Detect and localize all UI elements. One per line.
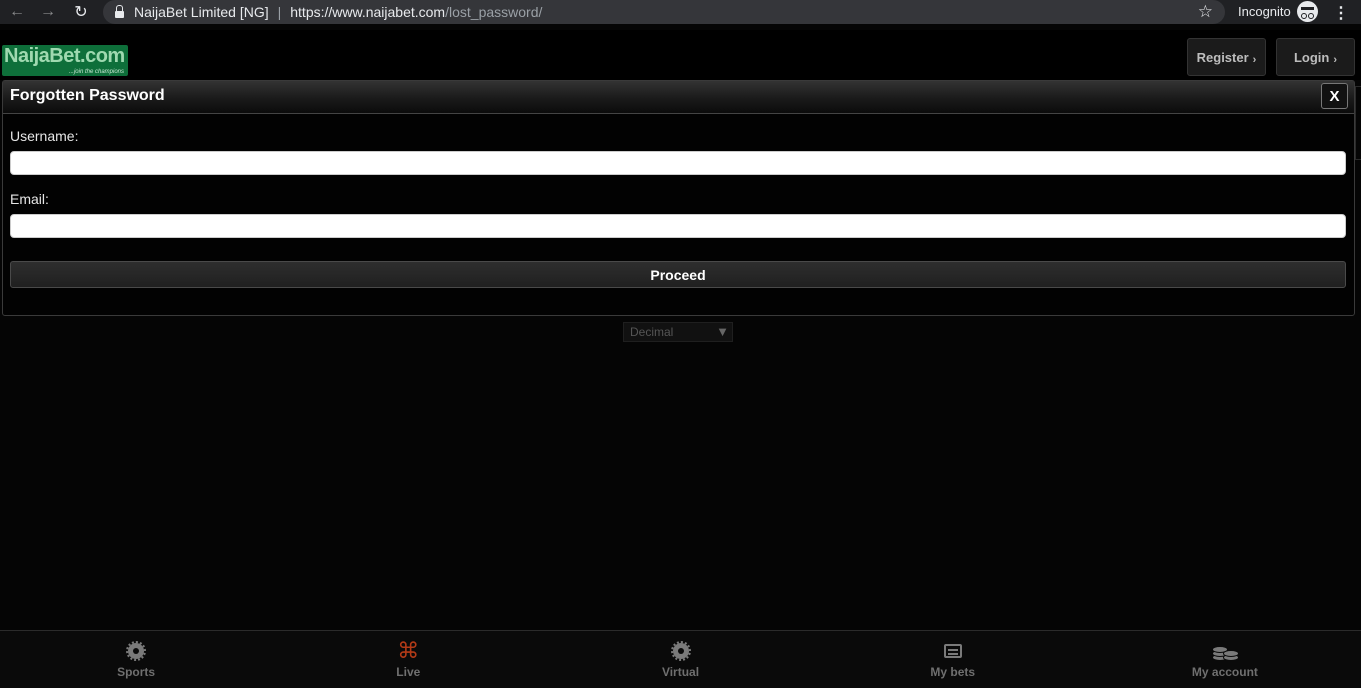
live-signal-icon: ⌘: [397, 638, 420, 663]
username-input[interactable]: [10, 151, 1346, 175]
register-button[interactable]: Register ›: [1187, 38, 1266, 76]
login-label: Login: [1293, 49, 1330, 65]
site-identity: NaijaBet Limited [NG]: [134, 4, 269, 20]
reload-icon[interactable]: ↻: [67, 0, 95, 24]
browser-menu-icon[interactable]: ⋮: [1333, 3, 1349, 23]
forward-icon[interactable]: →: [34, 0, 62, 24]
nav-label: Virtual: [661, 665, 700, 679]
address-bar[interactable]: NaijaBet Limited [NG] | https://www.naij…: [103, 0, 1225, 24]
email-input[interactable]: [10, 214, 1346, 238]
odds-format-select[interactable]: Decimal ▼: [623, 322, 733, 342]
coins-icon: [1211, 640, 1239, 662]
register-label: Register: [1196, 49, 1249, 65]
nav-item-sports[interactable]: Sports: [0, 631, 272, 688]
dialog-title: Forgotten Password: [10, 87, 165, 104]
soccer-ball-icon: [668, 640, 694, 662]
bet-slip-icon: [940, 640, 966, 662]
login-button[interactable]: Login ›: [1276, 38, 1355, 76]
chevron-right-icon: ›: [1333, 54, 1338, 66]
url-host: https://www.naijabet.com: [290, 4, 446, 20]
logo-tagline: ...join the champions: [68, 69, 124, 75]
nav-item-live[interactable]: ⌘ Live: [272, 631, 544, 688]
nav-label: My bets: [930, 665, 976, 679]
forgot-password-dialog: Forgotten Password X Username: Email: Pr…: [2, 80, 1355, 316]
lock-icon: [115, 4, 124, 18]
soccer-ball-icon: [123, 640, 149, 662]
browser-toolbar: ← → ↻ NaijaBet Limited [NG] | https://ww…: [0, 0, 1361, 24]
url-path: /lost_password/: [445, 4, 543, 20]
odds-format-value: Decimal: [630, 325, 674, 339]
email-label: Email:: [10, 191, 49, 207]
chevron-right-icon: ›: [1252, 54, 1257, 66]
nav-item-virtual[interactable]: Virtual: [544, 631, 816, 688]
close-button[interactable]: X: [1321, 83, 1348, 109]
bookmark-star-icon[interactable]: ☆: [1198, 2, 1213, 22]
background-panel-edge: [1355, 86, 1361, 160]
incognito-icon[interactable]: [1297, 1, 1318, 22]
logo-text: NaijaBet.com: [4, 45, 125, 67]
nav-item-my-bets[interactable]: My bets: [817, 631, 1089, 688]
back-icon[interactable]: ←: [3, 0, 31, 24]
nav-label: Sports: [117, 665, 156, 679]
dropdown-arrow-icon: ▼: [716, 324, 729, 339]
dialog-header: Forgotten Password X: [3, 81, 1354, 114]
site-logo[interactable]: NaijaBet.com ...join the champions: [2, 45, 128, 76]
site-header: NaijaBet.com ...join the champions Regis…: [0, 30, 1361, 80]
nav-label: Live: [396, 665, 421, 679]
proceed-button[interactable]: Proceed: [10, 261, 1346, 288]
bottom-nav: Sports ⌘ Live Virtual My bets My account: [0, 630, 1361, 688]
address-separator: |: [277, 4, 282, 20]
username-label: Username:: [10, 128, 79, 144]
nav-item-my-account[interactable]: My account: [1089, 631, 1361, 688]
nav-label: My account: [1191, 665, 1258, 679]
incognito-label: Incognito: [1238, 4, 1291, 19]
